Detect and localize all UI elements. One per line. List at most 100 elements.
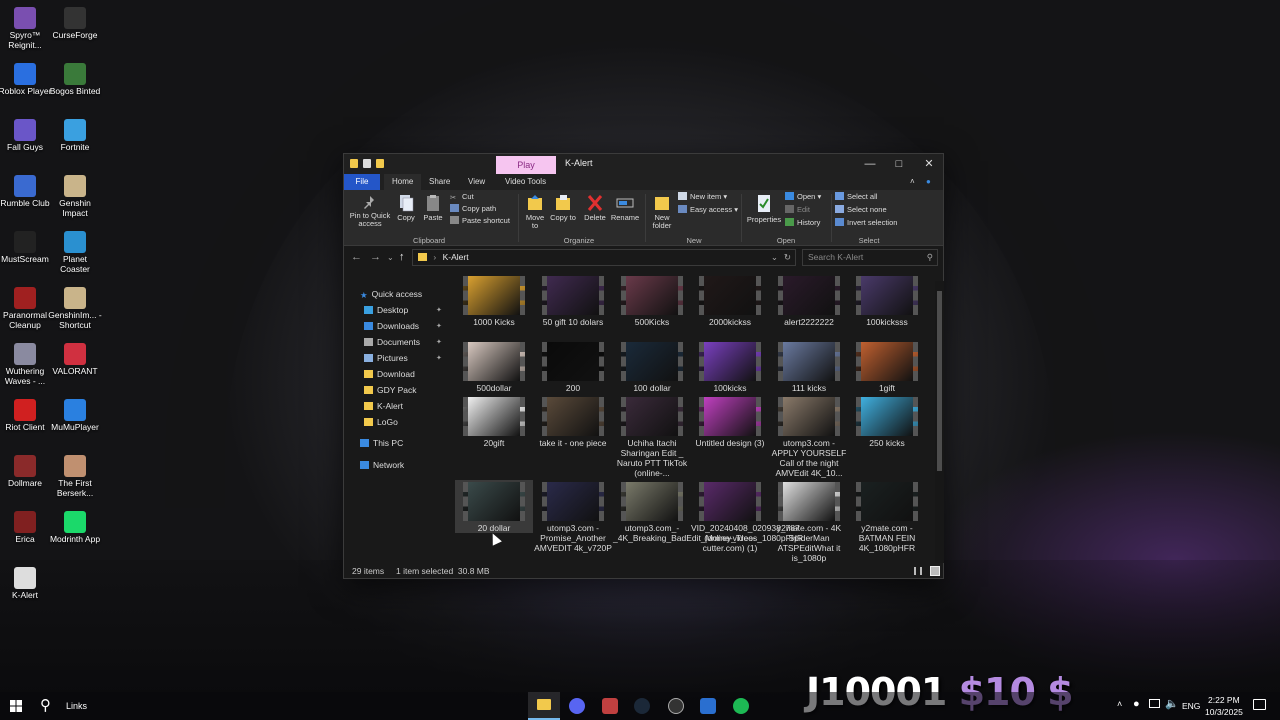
taskbar-obs-icon[interactable] (668, 698, 684, 714)
desktop-icon[interactable]: GenshinIm... - Shortcut (48, 287, 102, 330)
desktop-icon[interactable]: Riot Client (0, 399, 52, 432)
open-button[interactable]: Open ▾ (785, 192, 821, 202)
file-tile[interactable]: 200 (534, 340, 612, 393)
easy-access-button[interactable]: Easy access ▾ (678, 205, 738, 215)
tab-video-tools[interactable]: Video Tools (497, 174, 554, 190)
tab-home[interactable]: Home (384, 174, 422, 190)
file-tile[interactable]: y2mate.com - 4K SpiderMan ATSPEditWhat i… (770, 480, 848, 563)
delete-button[interactable]: Delete (582, 194, 608, 222)
file-tile[interactable]: take it - one piece (534, 395, 612, 448)
address-bar[interactable]: › K-Alert ⌄ ↻ (412, 249, 796, 266)
paste-button[interactable]: Paste (421, 194, 445, 222)
taskbar-app-icon[interactable] (602, 698, 618, 714)
nav-item[interactable]: Desktop (364, 305, 408, 315)
nav-item[interactable]: LoGo (364, 417, 398, 427)
properties-icon[interactable] (363, 159, 371, 168)
taskbar-app2-icon[interactable] (700, 698, 716, 714)
close-button[interactable]: ✕ (914, 154, 944, 174)
breadcrumb-current[interactable]: K-Alert (443, 252, 469, 262)
language-indicator[interactable]: ENG (1182, 701, 1200, 711)
nav-item[interactable]: Pictures (364, 353, 408, 363)
file-tile[interactable]: 20 dollar (455, 480, 533, 533)
refresh-icon[interactable]: ↻ (784, 250, 791, 265)
file-tile[interactable]: utomp3.com_-_4K_Breaking_BadEdit_Money_T… (613, 480, 803, 543)
taskbar-search-label[interactable]: Links (66, 701, 87, 711)
desktop-icon[interactable]: Paranormal Cleanup (0, 287, 52, 330)
select-none-button[interactable]: Select none (835, 205, 887, 215)
folder-icon[interactable] (350, 159, 358, 168)
taskbar-spotify-icon[interactable] (733, 698, 749, 714)
back-arrow-icon[interactable]: ← (351, 251, 362, 263)
network-tray-icon[interactable] (1149, 699, 1160, 708)
tab-file[interactable]: File (344, 174, 380, 190)
clock-time[interactable]: 2:22 PM (1208, 695, 1240, 705)
desktop-icon[interactable]: Dollmare (0, 455, 52, 488)
desktop-icon[interactable]: Rumble Club (0, 175, 52, 208)
details-view-icon[interactable] (914, 567, 922, 575)
file-tile[interactable]: 111 kicks (770, 340, 848, 393)
address-dropdown-icon[interactable]: ⌄ (771, 250, 778, 265)
desktop-icon[interactable]: The First Berserk... (48, 455, 102, 498)
file-tile[interactable]: 1gift (848, 340, 926, 393)
nav-item[interactable]: GDY Pack (364, 385, 417, 395)
search-input[interactable]: Search K-Alert ⚲ (802, 249, 938, 266)
nav-this-pc[interactable]: This PC (360, 438, 403, 448)
pin-to-quick-access-button[interactable]: Pin to Quick access (348, 194, 392, 228)
tray-chevron-icon[interactable]: ˄ (1117, 699, 1122, 709)
taskbar-discord-icon[interactable] (569, 698, 585, 714)
file-tile[interactable]: y2mate.com - BATMAN FEIN 4K_1080pHFR (848, 480, 926, 553)
desktop-icon[interactable]: Fortnite (48, 119, 102, 152)
nav-quick-access[interactable]: ★ Quick access (360, 289, 422, 300)
taskbar-file-explorer[interactable] (528, 692, 560, 720)
file-tile[interactable]: 20gift (455, 395, 533, 448)
file-tile[interactable]: Uchiha Itachi Sharingan Edit _ Naruto PT… (613, 395, 691, 478)
tab-view[interactable]: View (460, 174, 493, 190)
new-item-button[interactable]: New item ▾ (678, 192, 727, 202)
taskbar-search-icon[interactable]: ⚲ (40, 696, 51, 714)
copy-to-button[interactable]: Copy to (550, 194, 576, 222)
desktop-icon[interactable]: Modrinth App (48, 511, 102, 544)
desktop-icon[interactable]: Erica (0, 511, 52, 544)
forward-arrow-icon[interactable]: → (370, 251, 381, 263)
cut-button[interactable]: ✂ Cut (450, 192, 474, 202)
file-tile[interactable]: 500dollar (455, 340, 533, 393)
desktop-icon[interactable]: CurseForge (48, 7, 102, 40)
large-icons-view-icon[interactable] (930, 566, 940, 576)
edit-button[interactable]: Edit (785, 205, 810, 215)
file-tile[interactable]: 1000 Kicks (455, 274, 533, 327)
file-tile[interactable]: VID_20240408_020938_787 (online-video-cu… (691, 480, 800, 553)
desktop-icon[interactable]: Wuthering Waves - ... (0, 343, 52, 386)
desktop-icon[interactable]: VALORANT (48, 343, 102, 376)
taskbar-steam-icon[interactable] (634, 698, 650, 714)
scrollbar-thumb[interactable] (937, 291, 942, 471)
windows-start-icon[interactable] (10, 700, 22, 712)
collapse-ribbon-icon[interactable]: ˄ (910, 174, 915, 190)
nav-item[interactable]: Downloads (364, 321, 419, 331)
desktop-icon[interactable]: Fall Guys (0, 119, 52, 152)
move-to-button[interactable]: Move to (522, 194, 548, 230)
nav-item[interactable]: Download (364, 369, 415, 379)
desktop-icon[interactable]: Planet Coaster (48, 231, 102, 274)
clock-date[interactable]: 10/3/2025 (1205, 707, 1243, 717)
desktop-icon[interactable]: Genshin Impact (48, 175, 102, 218)
history-button[interactable]: History (785, 218, 820, 228)
minimize-button[interactable]: — (855, 154, 885, 174)
file-tile[interactable]: 250 kicks (848, 395, 926, 448)
vertical-scrollbar[interactable] (935, 281, 944, 563)
file-tile[interactable]: 100 dollar (613, 340, 691, 393)
nav-item[interactable]: Documents (364, 337, 420, 347)
file-tile[interactable]: 50 gift 10 dolars (534, 274, 612, 327)
file-tile[interactable]: 100kicks (691, 340, 769, 393)
file-tile[interactable]: alert2222222 (770, 274, 848, 327)
maximize-button[interactable]: □ (884, 154, 914, 174)
desktop-icon[interactable]: MustScream (0, 231, 52, 264)
copy-button[interactable]: Copy (394, 194, 418, 222)
nav-item[interactable]: K-Alert (364, 401, 403, 411)
notifications-icon[interactable] (1253, 699, 1266, 710)
volume-icon[interactable]: 🔈 (1165, 697, 1179, 710)
new-folder-icon[interactable] (376, 159, 384, 168)
help-icon[interactable]: ● (926, 174, 931, 190)
desktop-icon[interactable]: Spyro™ Reignit... (0, 7, 52, 50)
tab-share[interactable]: Share (421, 174, 458, 190)
paste-shortcut-button[interactable]: Paste shortcut (450, 216, 510, 226)
